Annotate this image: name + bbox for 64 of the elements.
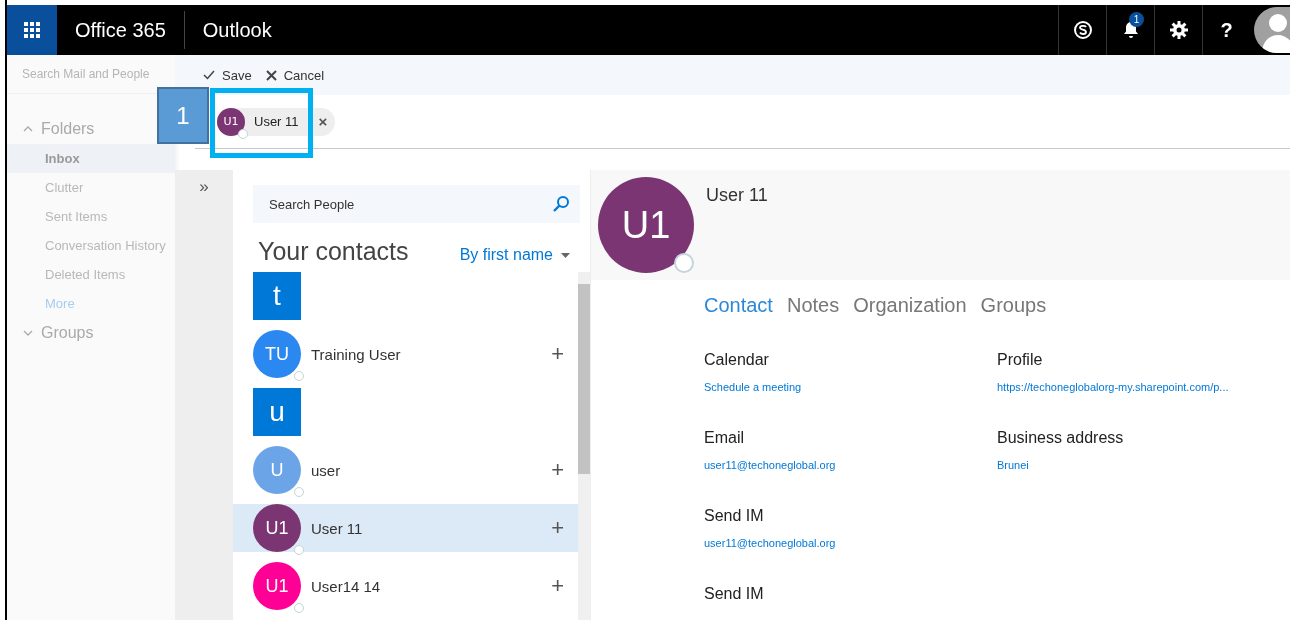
contact-row[interactable]: U user + [233, 446, 578, 494]
contacts-heading: Your contacts [258, 237, 409, 266]
avatar: U1 [253, 504, 301, 552]
avatar: U1 [598, 177, 694, 273]
contact-row[interactable]: U1 User14 14 + [233, 562, 578, 610]
recipient-chip[interactable]: U1 User 11 × [217, 107, 336, 136]
field-label: Send IM [704, 585, 765, 603]
cancel-button[interactable]: Cancel [265, 67, 325, 83]
sort-dropdown[interactable]: By first name [459, 246, 570, 264]
scrollbar-thumb[interactable] [578, 284, 590, 474]
expand-button[interactable]: » [193, 176, 215, 198]
remove-button[interactable]: × [316, 113, 330, 130]
add-button[interactable]: + [547, 341, 568, 367]
app-title[interactable]: Outlook [184, 18, 272, 42]
save-button[interactable]: Save [203, 67, 252, 83]
avatar: U1 [217, 107, 245, 136]
field-label: Email [704, 429, 745, 447]
tab[interactable]: Contact [704, 294, 773, 317]
check-icon [203, 69, 215, 81]
scrollbar[interactable] [578, 272, 590, 620]
avatar: U [253, 446, 301, 494]
notification-badge: 1 [1129, 12, 1144, 27]
tab[interactable]: Notes [786, 294, 840, 317]
contact-name: user [311, 461, 342, 479]
letter-tile[interactable]: u [253, 388, 301, 436]
close-icon [265, 69, 277, 81]
app-launcher-button[interactable] [7, 5, 57, 55]
field-label: Profile [997, 351, 1044, 369]
contact-name: User 11 [706, 185, 768, 206]
user-avatar[interactable] [1254, 7, 1290, 53]
add-button[interactable]: + [547, 573, 568, 599]
skype-icon [1072, 20, 1093, 40]
settings-icon [1168, 20, 1189, 40]
contact-row[interactable]: U1 User 11 + [233, 504, 578, 552]
field-label: Business address [997, 429, 1125, 447]
search-field[interactable]: Search Mail and People [7, 55, 172, 94]
add-button[interactable]: + [547, 515, 568, 541]
contact-name: User14 14 [311, 577, 382, 595]
callout-number: 1 [157, 87, 209, 144]
contact-name: Training User [311, 345, 402, 363]
field-link[interactable]: user11@techoneglobal.org [704, 459, 997, 471]
waffle-icon [24, 22, 40, 38]
folder-item[interactable]: Inbox [7, 144, 175, 173]
field-link[interactable]: Brunei [997, 459, 1290, 471]
people-search-field[interactable]: Search People [253, 185, 580, 223]
contact-name: User 11 [311, 519, 364, 537]
search-icon [552, 195, 570, 213]
contact-row[interactable]: TU Training User + [233, 330, 578, 378]
avatar: U1 [253, 562, 301, 610]
letter-tile[interactable]: t [253, 272, 301, 320]
caret-icon [561, 252, 570, 258]
recipient-name: User 11 [254, 114, 299, 129]
avatar: TU [253, 330, 301, 378]
add-button[interactable]: + [547, 457, 568, 483]
field-link[interactable]: https://techoneglobalorg-my.sharepoint.com/p... [997, 381, 1290, 393]
chevron-icon [23, 124, 33, 134]
chevron-icon [23, 328, 33, 338]
field-link[interactable]: user11@techoneglobal.org [704, 537, 1000, 549]
field-label: Send IM [704, 507, 765, 525]
tab[interactable]: Organization [853, 294, 967, 317]
field-label: Calendar [704, 351, 770, 369]
field-link[interactable]: Schedule a meeting [704, 381, 997, 393]
brand-title[interactable]: Office 365 [57, 11, 185, 49]
tab[interactable]: Groups [980, 294, 1047, 317]
